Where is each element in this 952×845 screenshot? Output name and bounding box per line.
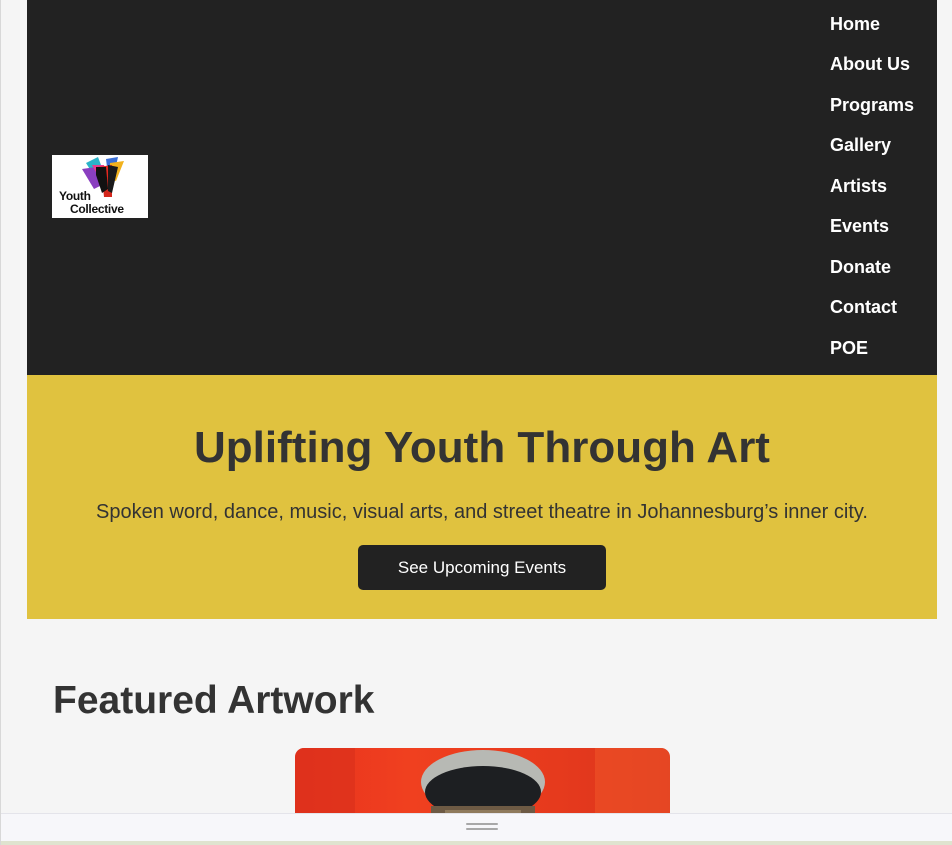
nav-link-about[interactable]: About Us <box>830 54 910 75</box>
site-header: Youth Collective Home About Us Programs … <box>27 0 937 375</box>
nav-item-programs: Programs <box>830 85 940 126</box>
nav-link-home[interactable]: Home <box>830 14 880 35</box>
hero-subtitle: Spoken word, dance, music, visual arts, … <box>96 501 868 523</box>
hero-section: Uplifting Youth Through Art Spoken word,… <box>27 375 937 619</box>
nav-link-artists[interactable]: Artists <box>830 176 887 197</box>
logo[interactable]: Youth Collective <box>52 155 148 218</box>
see-upcoming-events-button[interactable]: See Upcoming Events <box>358 545 606 590</box>
nav-item-events: Events <box>830 207 940 248</box>
nav-link-contact[interactable]: Contact <box>830 297 897 318</box>
hero-title: Uplifting Youth Through Art <box>194 423 770 472</box>
nav-link-donate[interactable]: Donate <box>830 257 891 278</box>
logo-text: Youth Collective <box>59 190 124 216</box>
featured-artwork-heading: Featured Artwork <box>53 679 375 722</box>
bottom-drag-bar[interactable] <box>1 813 952 841</box>
nav-link-programs[interactable]: Programs <box>830 95 914 116</box>
nav-item-poe: POE <box>830 328 940 369</box>
nav-item-contact: Contact <box>830 288 940 329</box>
logo-text-line2: Collective <box>70 202 124 216</box>
drag-handle-icon[interactable] <box>466 823 498 831</box>
nav-item-about: About Us <box>830 45 940 86</box>
nav-item-artists: Artists <box>830 166 940 207</box>
nav-link-gallery[interactable]: Gallery <box>830 135 891 156</box>
page: Youth Collective Home About Us Programs … <box>0 0 952 845</box>
main-nav: Home About Us Programs Gallery Artists E… <box>830 4 940 369</box>
logo-text-line1: Youth <box>59 189 91 203</box>
bottom-divider <box>1 841 952 845</box>
nav-link-events[interactable]: Events <box>830 216 889 237</box>
nav-item-gallery: Gallery <box>830 126 940 167</box>
nav-item-home: Home <box>830 4 940 45</box>
nav-link-poe[interactable]: POE <box>830 338 868 359</box>
nav-item-donate: Donate <box>830 247 940 288</box>
